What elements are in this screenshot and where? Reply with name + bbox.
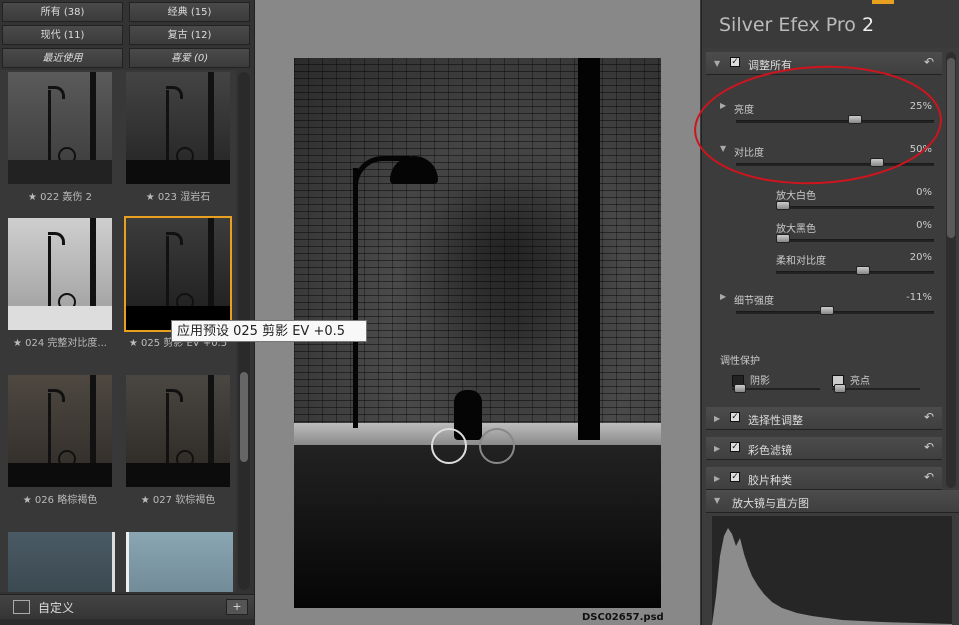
film-type-checkbox[interactable]: ✓ [730, 472, 740, 482]
preset-caption: ★ 026 略棕褐色 [22, 495, 98, 506]
preset-thumbnail[interactable] [124, 216, 232, 332]
global-adjustments-checkbox[interactable]: ✓ [730, 57, 740, 67]
app-title: Silver Efex Pro 2 [719, 14, 875, 36]
chevron-right-icon[interactable]: ▶ [720, 292, 726, 301]
preset-022[interactable]: ★ 022 轰伤 2 [8, 72, 112, 203]
chevron-down-icon[interactable]: ▼ [714, 59, 720, 68]
scrollbar-thumb[interactable] [947, 58, 955, 238]
filter-recent[interactable]: 最近使用 [2, 48, 123, 68]
color-filter-header[interactable]: ▶ ✓ 彩色滤镜 ↶ [706, 437, 942, 460]
preset-caption: ★ 022 轰伤 2 [28, 192, 92, 203]
scrollbar-thumb[interactable] [240, 372, 248, 462]
soft-contrast-knob[interactable] [856, 266, 871, 275]
contrast-knob[interactable] [869, 158, 884, 167]
preset-thumbnail[interactable] [8, 72, 112, 184]
color-filter-checkbox[interactable]: ✓ [730, 442, 740, 452]
filter-classic[interactable]: 经典 (15) [129, 2, 250, 22]
filter-modern[interactable]: 现代 (11) [2, 25, 123, 45]
file-name: DSC02657.psd [582, 612, 664, 623]
selective-adjustments-checkbox[interactable]: ✓ [730, 412, 740, 422]
amplify-whites-knob[interactable] [776, 201, 790, 210]
history-bar[interactable] [0, 619, 254, 625]
add-preset-button[interactable]: + [226, 599, 248, 615]
preset-028[interactable] [8, 532, 115, 592]
preset-thumbnail[interactable] [126, 532, 233, 592]
preset-tooltip: 应用预设 025 剪影 EV +0.5 [171, 320, 367, 342]
chevron-right-icon[interactable]: ▶ [714, 414, 720, 423]
preset-024[interactable]: ★ 024 完整对比度... [8, 218, 112, 349]
folder-icon [13, 600, 30, 614]
preset-029[interactable] [126, 532, 233, 592]
reset-icon[interactable]: ↶ [924, 55, 934, 69]
reset-icon[interactable]: ↶ [924, 410, 934, 424]
tonality-protection-label: 调性保护 [720, 356, 760, 367]
shadows-knob[interactable] [734, 384, 746, 393]
adjustments-scrollbar[interactable] [946, 52, 956, 488]
chevron-right-icon[interactable]: ▶ [714, 474, 720, 483]
preset-thumbnail[interactable] [8, 218, 112, 330]
custom-presets-label: 自定义 [38, 601, 75, 615]
preset-caption: ★ 027 软棕褐色 [140, 495, 216, 506]
histogram [712, 516, 952, 625]
reset-icon[interactable]: ↶ [924, 440, 934, 454]
filter-vintage[interactable]: 复古 (12) [129, 25, 250, 45]
adjustments-panel: Silver Efex Pro 2 ▼ ✓ 调整所有 ↶ ▶ 亮度 25% ▼ … [701, 0, 959, 625]
preset-026[interactable]: ★ 026 略棕褐色 [8, 375, 112, 506]
chevron-down-icon[interactable]: ▼ [720, 144, 726, 153]
amplify-blacks-knob[interactable] [776, 234, 790, 243]
loupe-histogram-header[interactable]: ▼ 放大镜与直方图 [706, 490, 959, 513]
global-adjustments-header[interactable]: ▼ ✓ 调整所有 ↶ [706, 52, 942, 75]
selective-adjustments-header[interactable]: ▶ ✓ 选择性调整 ↶ [706, 407, 942, 430]
app-header: Silver Efex Pro 2 [702, 0, 959, 48]
custom-presets-bar[interactable]: 自定义 + [0, 594, 254, 619]
film-type-header[interactable]: ▶ ✓ 胶片种类 ↶ [706, 467, 942, 490]
highlights-knob[interactable] [834, 384, 846, 393]
accent-tab [872, 0, 894, 4]
filter-favorites[interactable]: 喜爱 (0) [129, 48, 250, 68]
chevron-right-icon[interactable]: ▶ [720, 101, 726, 110]
preset-browser: 所有 (38) 经典 (15) 现代 (11) 复古 (12) 最近使用 喜爱 … [0, 0, 255, 625]
brightness-knob[interactable] [847, 115, 862, 124]
preview-area: DSC02657.psd [255, 0, 700, 625]
preset-thumbnail[interactable] [126, 72, 230, 184]
preset-caption: ★ 024 完整对比度... [13, 338, 107, 349]
preset-023[interactable]: ★ 023 湿岩石 [126, 72, 230, 203]
preset-thumbnail[interactable] [8, 532, 115, 592]
reset-icon[interactable]: ↶ [924, 470, 934, 484]
preset-thumbnail[interactable] [8, 375, 112, 487]
chevron-down-icon[interactable]: ▼ [714, 496, 720, 505]
chevron-right-icon[interactable]: ▶ [714, 444, 720, 453]
structure-knob[interactable] [819, 306, 834, 315]
preset-thumbnail[interactable] [126, 375, 230, 487]
filter-all[interactable]: 所有 (38) [2, 2, 123, 22]
preset-027[interactable]: ★ 027 软棕褐色 [126, 375, 230, 506]
preset-caption: ★ 023 湿岩石 [145, 192, 211, 203]
